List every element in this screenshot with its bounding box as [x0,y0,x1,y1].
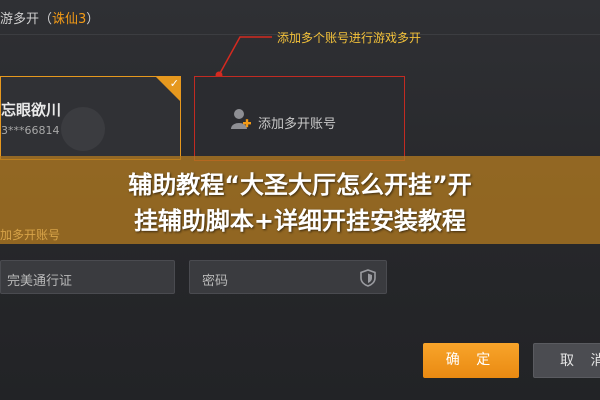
confirm-button[interactable]: 确 定 [423,343,519,378]
title-suffix: ） [86,12,100,27]
account-input[interactable]: 完美通行证 [0,260,175,294]
banner-headline-line2: 挂辅助脚本+详细开挂安装教程 [133,207,467,235]
multi-open-dialog: 游多开（诛仙3） 添加多个账号进行游戏多开 忘眼欲川 3***66814 ✓ 添… [0,0,600,400]
avatar [61,107,105,151]
password-input-placeholder: 密码 [202,274,229,289]
account-id: 3***66814 [1,124,60,137]
callout-annotation: 添加多个账号进行游戏多开 [277,31,422,45]
banner-headline-line1: 辅助教程“大圣大厅怎么开挂”开 [128,171,472,199]
account-card[interactable]: 忘眼欲川 3***66814 ✓ [0,76,181,160]
title-prefix: 游多开（ [0,12,53,27]
add-account-card[interactable]: 添加多开账号 [194,76,405,161]
cancel-button[interactable]: 取 消 [533,343,600,378]
add-user-icon [231,109,251,129]
dialog-title: 游多开（诛仙3） [0,8,99,28]
shield-icon [360,269,376,287]
title-game-name: 诛仙3 [52,12,87,27]
add-account-label: 添加多开账号 [258,117,337,132]
account-input-placeholder: 完美通行证 [7,274,73,289]
account-name: 忘眼欲川 [1,101,62,119]
password-input[interactable]: 密码 [189,260,387,294]
checkmark-icon: ✓ [169,77,179,90]
